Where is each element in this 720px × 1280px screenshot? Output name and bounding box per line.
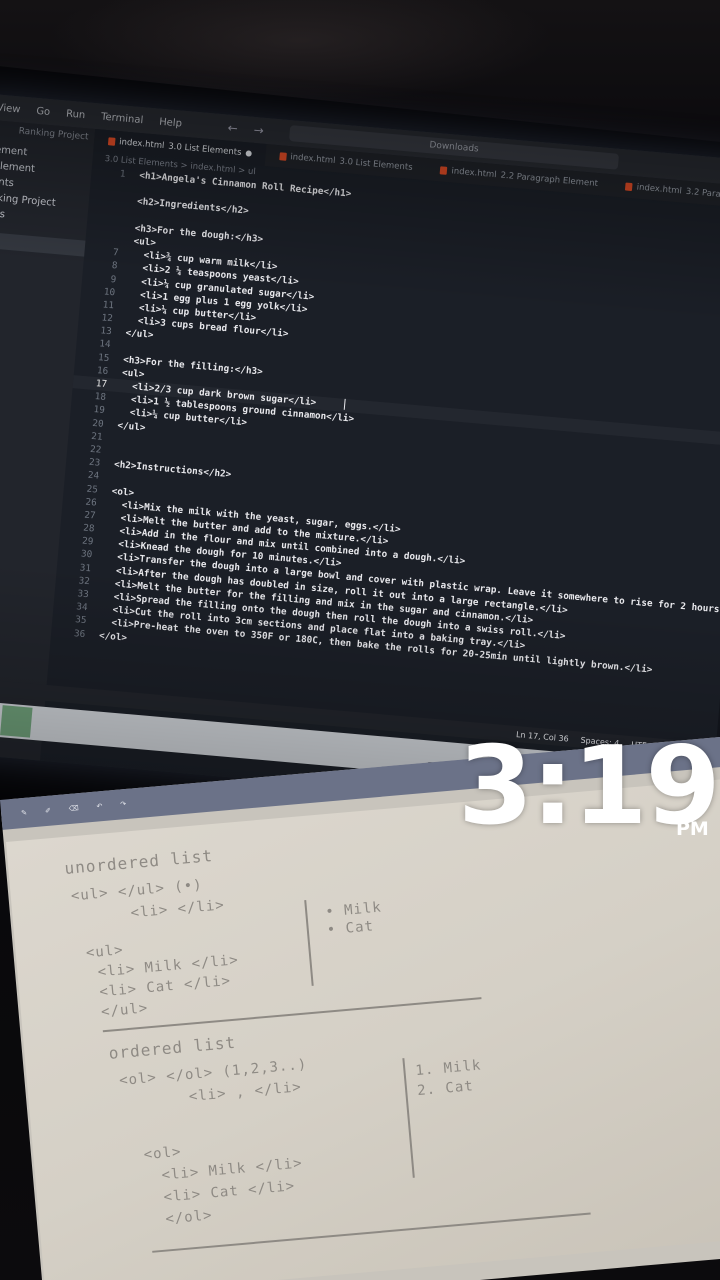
note-ul-result-1: • Milk: [324, 899, 383, 921]
tab-hint: 3.2 Paragraph Element: [685, 186, 720, 205]
menu-item-help[interactable]: Help: [159, 116, 183, 129]
tab-label: index.html: [118, 137, 165, 152]
html5-icon: [278, 152, 287, 161]
note-ul-result-2: • Cat: [326, 918, 375, 939]
back-arrow-icon[interactable]: ←: [227, 121, 238, 136]
menu-item-terminal[interactable]: Terminal: [101, 111, 144, 126]
explorer-header: Ranking Project: [18, 126, 89, 143]
note-ol-result-1: 1. Milk: [414, 1057, 482, 1080]
time-overlay-ampm: PM: [676, 818, 709, 840]
tab-label: index.html: [289, 152, 336, 167]
menu-item-go[interactable]: Go: [36, 105, 51, 117]
menu-item-view[interactable]: View: [0, 102, 21, 115]
tab-hint: 3.0 List Elements: [167, 141, 242, 158]
note-ol-code-3: <li> Cat </li>: [162, 1178, 296, 1206]
note-ol-code-1: <ol>: [143, 1143, 183, 1164]
note-ul-code-1: <ul>: [85, 942, 125, 962]
code-text: </ol>: [98, 629, 128, 644]
note-divider: [304, 900, 314, 986]
tab-label: index.html: [636, 182, 683, 197]
note-ol-code-4: </ol>: [164, 1207, 214, 1228]
note-ol-title: ordered list: [107, 1032, 237, 1063]
html5-icon: [625, 182, 634, 192]
eraser-icon: ⌫: [68, 804, 80, 814]
undo-icon: ↶: [96, 802, 103, 811]
highlighter-icon: ✐: [44, 806, 52, 816]
text-cursor: [343, 398, 346, 410]
tab-label: index.html: [450, 166, 497, 181]
note-ul-code-4: </ul>: [100, 1000, 149, 1021]
tab-hint: 3.0 List Elements: [338, 156, 413, 173]
code-text: </ul>: [125, 327, 154, 342]
handwritten-notes-page: unordered list <ul> </ul> (•) <li> </li>…: [6, 775, 720, 1280]
command-search-text: Downloads: [428, 140, 480, 155]
code-text: </ul>: [117, 419, 146, 434]
note-ol-li: <li> , </li>: [188, 1079, 303, 1105]
photo-scene: View Go Run Terminal Help ← → Downloads …: [0, 0, 720, 1280]
note-separator: [102, 997, 482, 1033]
note-ul-li: <li> </li>: [130, 897, 226, 922]
menu-item-run[interactable]: Run: [66, 108, 86, 121]
html5-icon: [107, 137, 116, 146]
app-icon[interactable]: [0, 705, 33, 738]
note-ul-title: unordered list: [63, 846, 214, 878]
tab-hint: 2.2 Paragraph Element: [500, 170, 599, 190]
note-separator: [152, 1212, 591, 1253]
note-divider: [402, 1058, 415, 1178]
line-number: 36: [73, 627, 86, 640]
forward-arrow-icon[interactable]: →: [253, 123, 264, 138]
html5-icon: [440, 166, 448, 175]
code-editor[interactable]: 1 <h1>Angela's Cinnamon Roll Recipe</h1> <…: [51, 165, 720, 697]
note-ol-result-2: 2. Cat: [416, 1078, 475, 1100]
laptop-screen: View Go Run Terminal Help ← → Downloads …: [0, 92, 720, 820]
unsaved-dot-icon[interactable]: [245, 150, 252, 157]
pen-icon: ✎: [20, 808, 28, 818]
redo-icon: ↷: [120, 800, 127, 809]
